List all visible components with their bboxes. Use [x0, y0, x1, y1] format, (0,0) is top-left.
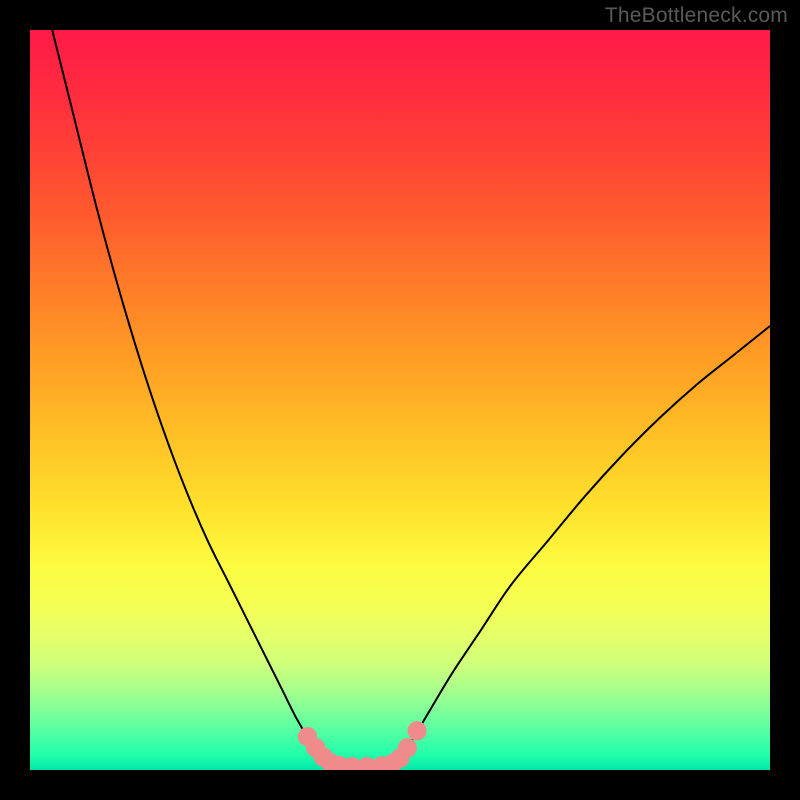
- plot-area: [30, 30, 770, 770]
- chart-frame: TheBottleneck.com: [0, 0, 800, 800]
- data-marker: [398, 738, 417, 757]
- data-marker: [407, 721, 426, 740]
- curve-layer: [30, 30, 770, 770]
- watermark-text: TheBottleneck.com: [605, 4, 788, 28]
- bottleneck-curve: [52, 30, 770, 767]
- marker-dots: [298, 721, 427, 770]
- curve-paths: [52, 30, 770, 767]
